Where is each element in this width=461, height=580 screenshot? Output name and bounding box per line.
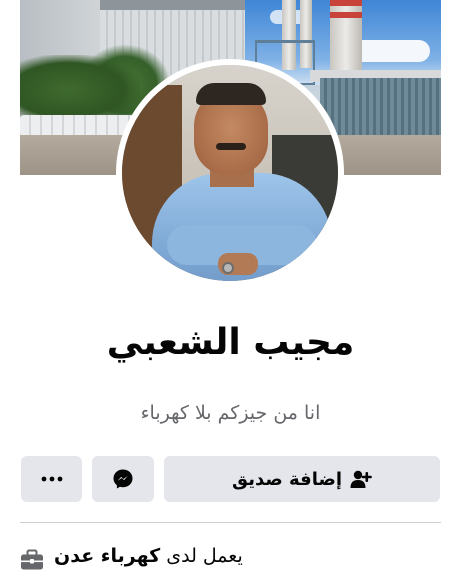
profile-avatar[interactable] bbox=[122, 65, 338, 281]
profile-bio: انا من جيزكم بلا كهرباء bbox=[140, 402, 321, 424]
briefcase-icon bbox=[20, 549, 44, 571]
work-prefix: يعمل لدى bbox=[166, 545, 243, 567]
avatar-watch bbox=[222, 262, 234, 274]
profile-name: مجيب الشعبي bbox=[106, 322, 355, 363]
avatar-hair bbox=[196, 83, 266, 105]
cover-cloud bbox=[350, 40, 430, 62]
add-friend-button[interactable]: إضافة صديق bbox=[164, 456, 440, 502]
work-employer-link[interactable]: كهرباء عدن bbox=[54, 545, 160, 567]
more-options-button[interactable] bbox=[21, 456, 82, 502]
cover-roof bbox=[100, 0, 245, 10]
avatar-mustache bbox=[216, 143, 246, 150]
messenger-icon bbox=[112, 468, 134, 490]
person-add-icon bbox=[350, 469, 372, 489]
more-dots-icon bbox=[41, 476, 63, 482]
messenger-button[interactable] bbox=[92, 456, 154, 502]
intro-work-text: يعمل لدى كهرباء عدن bbox=[54, 545, 243, 567]
intro-work-item: يعمل لدى كهرباء عدن bbox=[20, 545, 441, 580]
section-divider bbox=[20, 522, 441, 523]
add-friend-label: إضافة صديق bbox=[231, 468, 343, 490]
cover-sacks bbox=[20, 115, 135, 137]
